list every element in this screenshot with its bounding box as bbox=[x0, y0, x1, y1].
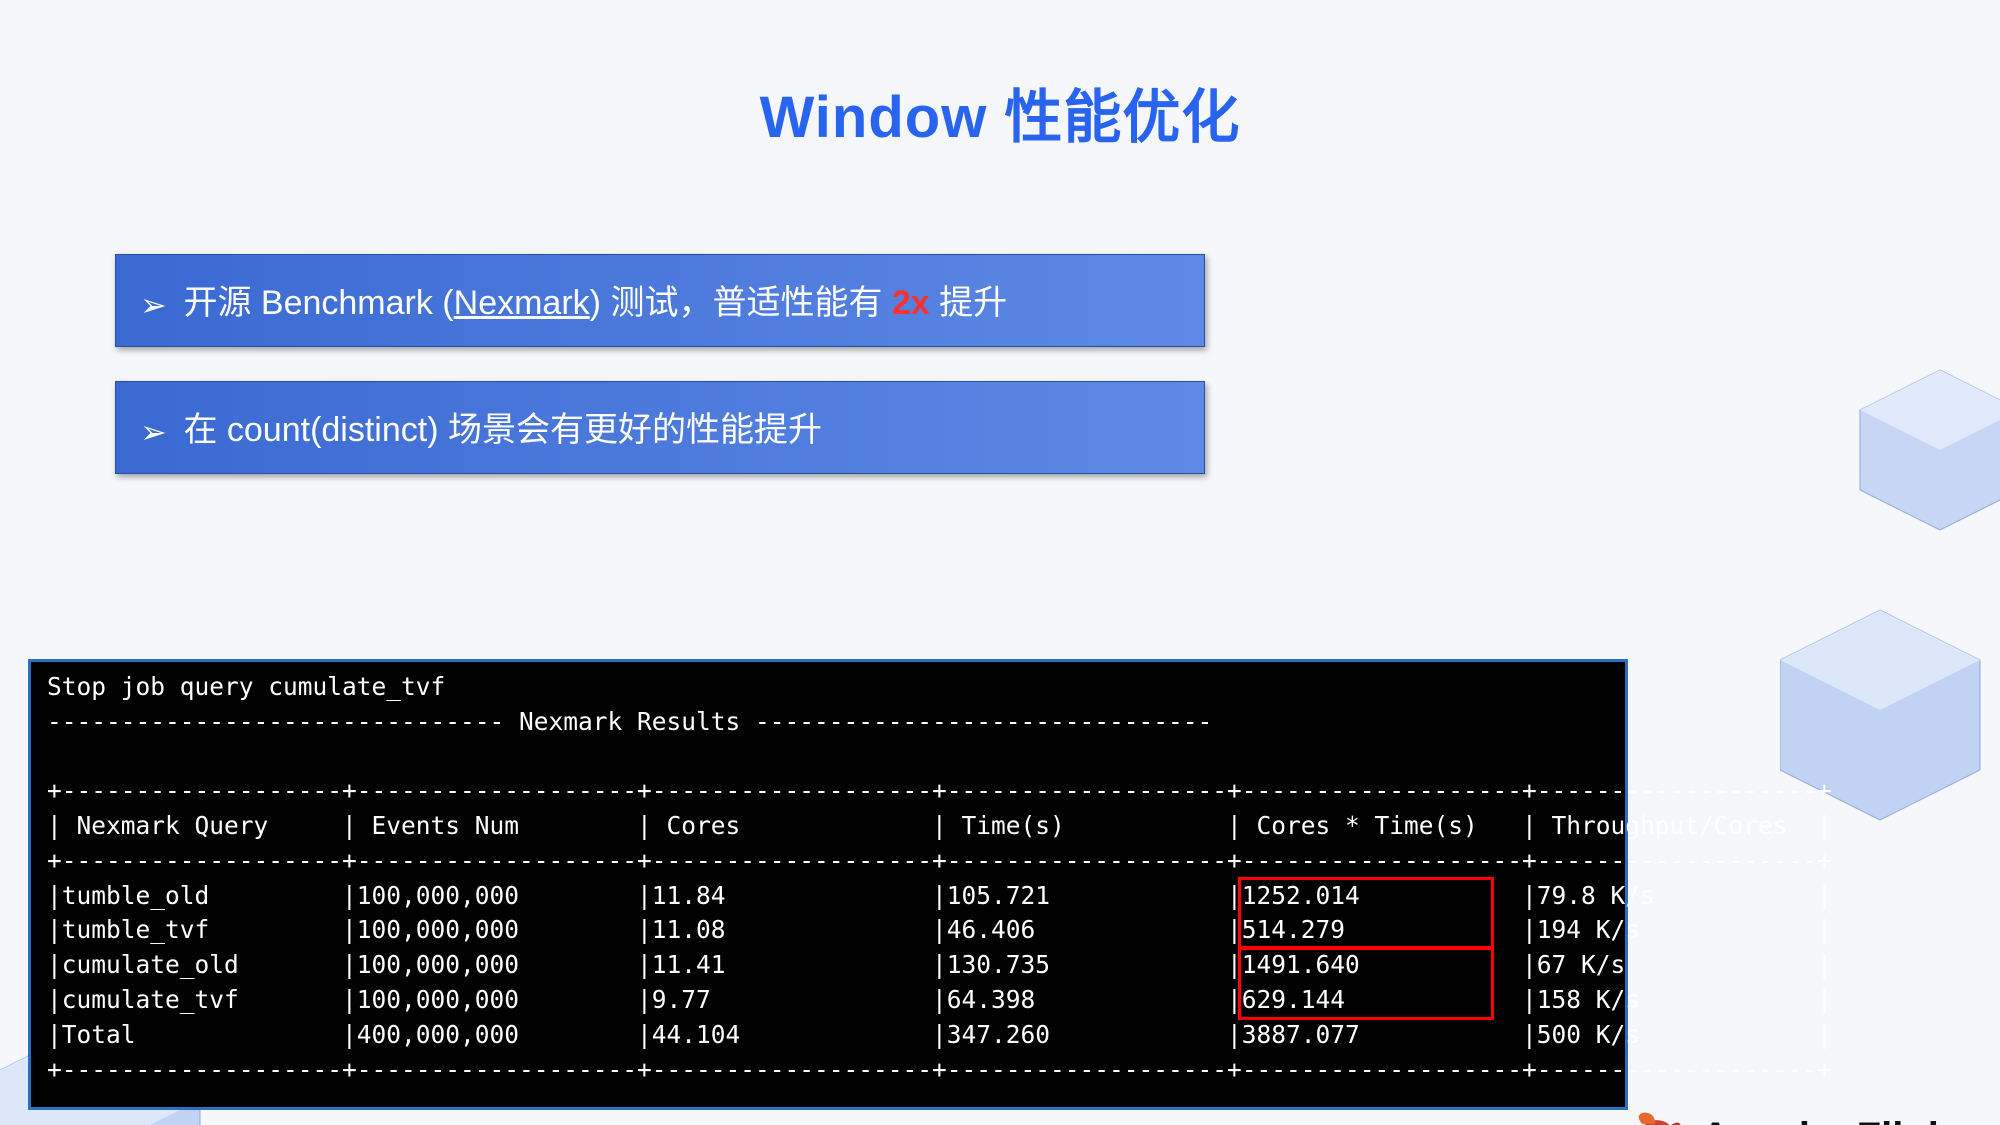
bullet-1-highlight: 2x bbox=[892, 284, 930, 322]
slide-title: Window 性能优化 bbox=[0, 70, 2000, 154]
bullet-1: ➢ 开源 Benchmark (Nexmark) 测试，普适性能有 2x 提升 bbox=[115, 254, 1205, 347]
terminal-text: Stop job query cumulate_tvf ------------… bbox=[47, 670, 1609, 1087]
flink-logo-icon bbox=[1627, 1107, 1687, 1125]
footer-brand: Apache Flink bbox=[1627, 1107, 1950, 1125]
chevron-right-icon: ➢ bbox=[140, 413, 166, 451]
chevron-right-icon: ➢ bbox=[140, 286, 166, 324]
bullet-list: ➢ 开源 Benchmark (Nexmark) 测试，普适性能有 2x 提升 … bbox=[115, 254, 2000, 474]
bullet-2-text: 在 count(distinct) 场景会有更好的性能提升 bbox=[183, 411, 822, 449]
bullet-2: ➢ 在 count(distinct) 场景会有更好的性能提升 bbox=[115, 381, 1205, 474]
footer-brand-text: Apache Flink bbox=[1701, 1115, 1950, 1125]
highlight-box bbox=[1238, 877, 1494, 951]
bullet-1-link[interactable]: Nexmark bbox=[454, 284, 590, 322]
highlight-box bbox=[1238, 946, 1494, 1020]
bullet-1-post: 提升 bbox=[930, 284, 1007, 322]
terminal-output: Stop job query cumulate_tvf ------------… bbox=[28, 659, 1628, 1110]
bullet-1-mid: ) 测试，普适性能有 bbox=[590, 284, 892, 322]
bullet-1-pre: 开源 Benchmark ( bbox=[183, 284, 453, 322]
